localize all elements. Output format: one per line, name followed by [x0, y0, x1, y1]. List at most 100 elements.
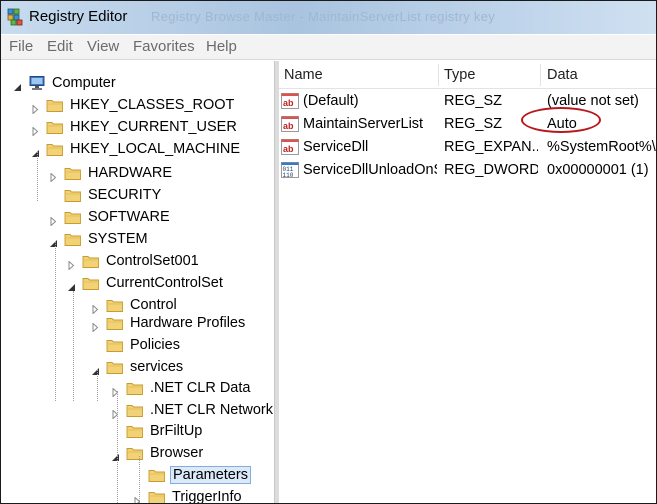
- tree-node-label: Policies: [130, 337, 180, 353]
- folder-icon: [106, 337, 124, 353]
- expand-arrow-icon[interactable]: [91, 319, 100, 333]
- folder-icon: [126, 402, 144, 418]
- tree-node-label: Hardware Profiles: [130, 315, 246, 331]
- tree-node-label: TriggerInfo: [172, 489, 242, 503]
- column-header-name[interactable]: Name: [284, 67, 323, 83]
- tree-node-label: ControlSet001: [106, 253, 199, 269]
- tree-node-label: HKEY_CURRENT_USER: [70, 119, 237, 135]
- tree-guide-line: [139, 456, 140, 503]
- value-row-servicedllunloadonstop[interactable]: 011110ServiceDllUnloadOnStop REG_DWORD 0x0…: [279, 159, 656, 182]
- tree-node-label: .NET CLR Network: [150, 402, 274, 418]
- folder-icon: [126, 423, 144, 439]
- folder-icon: [126, 380, 144, 396]
- menu-file[interactable]: File: [9, 38, 33, 55]
- folder-icon: [126, 445, 144, 461]
- menu-bar: File Edit View Favorites Help: [1, 35, 656, 60]
- menu-help[interactable]: Help: [206, 38, 237, 55]
- tree-guide-line: [97, 369, 98, 401]
- tree-guide-line: [55, 241, 56, 401]
- list-headers: Name Type Data: [279, 61, 656, 89]
- column-divider[interactable]: [540, 64, 541, 86]
- folder-icon: [46, 97, 64, 113]
- title-bar[interactable]: Registry Browse Master - MaintainServerL…: [1, 1, 656, 34]
- menu-favorites[interactable]: Favorites: [133, 38, 195, 55]
- value-row-servicedll[interactable]: ab ServiceDll REG_EXPAN... %SystemRoot%\: [279, 136, 656, 159]
- tree-node-label: Control: [130, 297, 177, 313]
- value-type: REG_EXPAN...: [444, 139, 538, 155]
- tree-node-label: HARDWARE: [88, 165, 173, 181]
- collapse-arrow-icon[interactable]: [91, 363, 100, 375]
- collapse-arrow-icon[interactable]: [49, 235, 58, 247]
- folder-icon: [46, 141, 64, 157]
- value-name: ServiceDllUnloadOnStop: [303, 162, 437, 178]
- expand-arrow-icon[interactable]: [49, 213, 58, 227]
- svg-text:ab: ab: [283, 98, 294, 108]
- column-header-type[interactable]: Type: [444, 67, 475, 83]
- tree-node-label: HKEY_LOCAL_MACHINE: [70, 141, 241, 157]
- window-title: Registry Editor: [29, 8, 128, 25]
- folder-icon: [46, 119, 64, 135]
- expand-arrow-icon[interactable]: [49, 169, 58, 183]
- values-list[interactable]: Name Type Data ab (Default) REG_SZ (value n…: [279, 61, 656, 503]
- tree-node-label: CurrentControlSet: [106, 275, 223, 291]
- computer-icon: [28, 75, 46, 91]
- tree-node-label: HKEY_CLASSES_ROOT: [70, 97, 235, 113]
- expand-arrow-icon[interactable]: [91, 301, 100, 315]
- svg-text:ab: ab: [283, 121, 294, 131]
- folder-icon: [106, 297, 124, 313]
- tree-node-label: Computer: [52, 75, 116, 91]
- folder-icon: [106, 359, 124, 375]
- value-name: MaintainServerList: [303, 116, 424, 132]
- registry-editor-window: Registry Browse Master - MaintainServerL…: [0, 0, 657, 504]
- tree-node-label: SYSTEM: [88, 231, 148, 247]
- value-name: (Default): [303, 93, 359, 109]
- background-window-title: Registry Browse Master - MaintainServerL…: [151, 9, 496, 24]
- dword-value-icon: 011 110: [281, 162, 299, 179]
- column-divider[interactable]: [438, 64, 439, 86]
- tree-guide-line: [37, 151, 38, 201]
- folder-icon: [64, 231, 82, 247]
- folder-icon: [148, 489, 166, 503]
- svg-text:110: 110: [283, 172, 294, 178]
- tree-guide-line: [73, 291, 74, 401]
- expand-arrow-icon[interactable]: [67, 257, 76, 271]
- folder-icon: [64, 187, 82, 203]
- expand-arrow-icon[interactable]: [31, 123, 40, 137]
- folder-icon: [64, 165, 82, 181]
- tree-node-label: Browser: [150, 445, 204, 461]
- collapse-arrow-icon[interactable]: [111, 449, 120, 461]
- expand-arrow-icon[interactable]: [111, 384, 120, 398]
- tree-guide-line: [117, 391, 118, 503]
- folder-icon: [82, 275, 100, 291]
- value-name: ServiceDll: [303, 139, 369, 155]
- tree-node-label: SOFTWARE: [88, 209, 170, 225]
- tree-node-label: BrFiltUp: [150, 423, 203, 439]
- registry-editor-icon: [7, 8, 23, 26]
- menu-edit[interactable]: Edit: [47, 38, 73, 55]
- folder-icon: [106, 315, 124, 331]
- value-data: 0x00000001 (1): [547, 162, 649, 178]
- collapse-arrow-icon[interactable]: [13, 79, 22, 91]
- expand-arrow-icon[interactable]: [111, 406, 120, 420]
- tree-node-label: .NET CLR Data: [150, 380, 251, 396]
- tree-node-label: SECURITY: [88, 187, 162, 203]
- collapse-arrow-icon[interactable]: [31, 145, 40, 157]
- highlight-circle: [521, 107, 601, 133]
- string-value-icon: ab: [281, 116, 299, 132]
- value-type: REG_DWORD: [444, 162, 538, 178]
- tree-node-label: Parameters: [170, 466, 251, 484]
- expand-arrow-icon[interactable]: [31, 101, 40, 115]
- registry-tree[interactable]: Computer HKEY_CLASSES_ROOT HKEY_CURRENT_US…: [1, 61, 274, 503]
- tree-node-label: services: [130, 359, 184, 375]
- value-type: REG_SZ: [444, 93, 503, 109]
- folder-icon: [148, 467, 166, 483]
- collapse-arrow-icon[interactable]: [67, 279, 76, 291]
- folder-icon: [64, 209, 82, 225]
- folder-icon: [82, 253, 100, 269]
- expand-arrow-icon[interactable]: [133, 493, 142, 503]
- svg-text:ab: ab: [283, 144, 294, 154]
- string-value-icon: ab: [281, 139, 299, 155]
- column-header-data[interactable]: Data: [547, 67, 578, 83]
- value-row-default[interactable]: ab (Default) REG_SZ (value not set): [279, 90, 656, 113]
- menu-view[interactable]: View: [87, 38, 119, 55]
